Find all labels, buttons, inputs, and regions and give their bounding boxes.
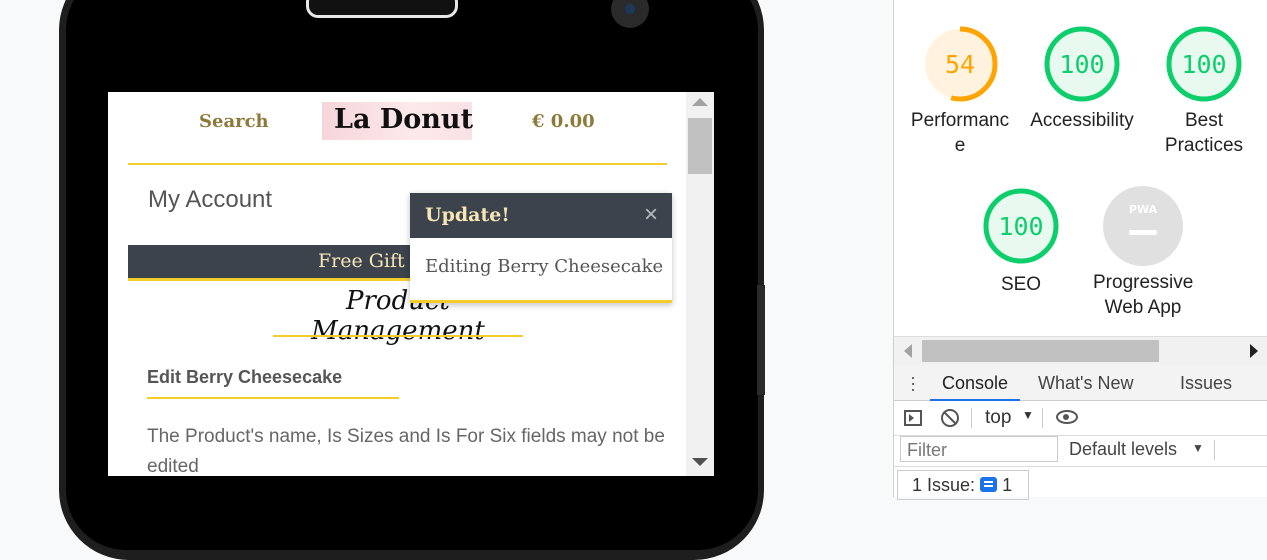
heading-underline xyxy=(147,397,399,399)
gauge-ring-icon: 100 xyxy=(1166,26,1242,102)
show-sidebar-icon[interactable] xyxy=(904,410,922,426)
title-underline xyxy=(273,335,523,337)
gauge-label: SEO xyxy=(1000,274,1042,295)
gauge-ring-icon: 100 xyxy=(1044,26,1120,102)
issues-counter-button[interactable]: 1 Issue: 1 xyxy=(897,470,1029,500)
gauge-label: Accessibility xyxy=(1030,110,1134,131)
pwa-badge-icon: PWA xyxy=(1103,186,1183,266)
log-levels-dropdown[interactable]: Default levels xyxy=(1069,439,1177,460)
issues-bar: 1 Issue: 1 xyxy=(894,466,1267,500)
edit-product-heading: Edit Berry Cheesecake xyxy=(147,367,343,387)
scroll-left-icon[interactable] xyxy=(904,344,912,358)
context-selector[interactable]: top xyxy=(985,407,1011,429)
gauge-ring-icon: 54 xyxy=(922,26,998,102)
emulated-screen: Search La Donut € 0.00 My Account Free G… xyxy=(108,92,714,476)
issue-count: 1 xyxy=(1002,475,1013,495)
toolbar-divider xyxy=(1214,440,1215,460)
filter-bar: Filter Default levels ▼ xyxy=(894,436,1267,466)
more-menu-icon[interactable]: · · · xyxy=(910,368,916,398)
toast-header: Update! × xyxy=(410,193,672,238)
my-account-link[interactable]: My Account xyxy=(148,186,272,214)
devtools-hscrollbar[interactable] xyxy=(894,336,1267,365)
emulator-scrollbar[interactable] xyxy=(686,92,714,476)
devtools-panel: 54 Performance 100 Accessibility 100 Bes… xyxy=(893,0,1267,500)
clear-console-icon[interactable] xyxy=(941,409,959,427)
gauge-ring-icon: 100 xyxy=(983,188,1059,264)
gauge-score: 100 xyxy=(998,212,1043,241)
phone-side-button xyxy=(757,285,765,395)
issue-label: 1 Issue: xyxy=(912,475,976,495)
scroll-up-icon[interactable] xyxy=(692,98,708,106)
chevron-down-icon[interactable]: ▼ xyxy=(1022,408,1034,422)
toolbar-divider xyxy=(971,408,972,428)
logo-text: La Donut xyxy=(334,104,474,135)
console-toolbar: top ▼ xyxy=(894,401,1267,436)
phone-speaker xyxy=(306,0,458,18)
pwa-badge-text: PWA xyxy=(1129,203,1158,216)
search-link[interactable]: Search xyxy=(199,111,269,132)
scroll-down-icon[interactable] xyxy=(692,458,708,466)
header-divider xyxy=(128,163,667,165)
toast-title: Update! xyxy=(425,204,510,226)
scrollbar-thumb[interactable] xyxy=(922,340,1159,362)
close-icon[interactable]: × xyxy=(644,201,658,229)
cart-total-link[interactable]: € 0.00 xyxy=(532,111,595,132)
drawer-tabbar: · · · Console What's New Issues xyxy=(894,365,1267,401)
gauge-pwa[interactable]: PWA Progressive Web App xyxy=(1083,186,1203,320)
site-header: Search La Donut € 0.00 xyxy=(108,92,686,165)
gauge-label: Progressive Web App xyxy=(1093,272,1194,318)
toast-message: Editing Berry Cheesecake xyxy=(425,256,664,277)
tab-console[interactable]: Console xyxy=(929,373,1021,401)
gauge-label: Best Practices xyxy=(1164,110,1244,156)
gauge-score: 54 xyxy=(945,50,975,79)
gauge-seo[interactable]: 100 SEO xyxy=(961,186,1081,297)
tab-issues[interactable]: Issues xyxy=(1180,373,1232,394)
live-expression-eye-icon[interactable] xyxy=(1056,410,1078,424)
update-toast: Update! × Editing Berry Cheesecake xyxy=(410,193,672,303)
gauge-performance[interactable]: 54 Performance xyxy=(900,24,1020,158)
gauge-label: Performance xyxy=(910,110,1010,156)
gauge-best-practices[interactable]: 100 Best Practices xyxy=(1144,24,1264,158)
gauge-score: 100 xyxy=(1059,50,1104,79)
scrollbar-thumb[interactable] xyxy=(688,118,712,174)
tab-whats-new[interactable]: What's New xyxy=(1038,373,1133,394)
chevron-down-icon[interactable]: ▼ xyxy=(1192,441,1204,455)
gauge-score: 100 xyxy=(1181,50,1226,79)
phone-bezel-bottom xyxy=(108,476,714,497)
scroll-right-icon[interactable] xyxy=(1250,344,1258,358)
site-logo[interactable]: La Donut xyxy=(322,102,474,140)
edit-notice: The Product's name, Is Sizes and Is For … xyxy=(147,426,665,476)
issue-message-icon xyxy=(980,477,998,492)
gauge-accessibility[interactable]: 100 Accessibility xyxy=(1022,24,1142,133)
toolbar-divider xyxy=(1042,408,1043,428)
filter-input[interactable]: Filter xyxy=(900,436,1058,462)
